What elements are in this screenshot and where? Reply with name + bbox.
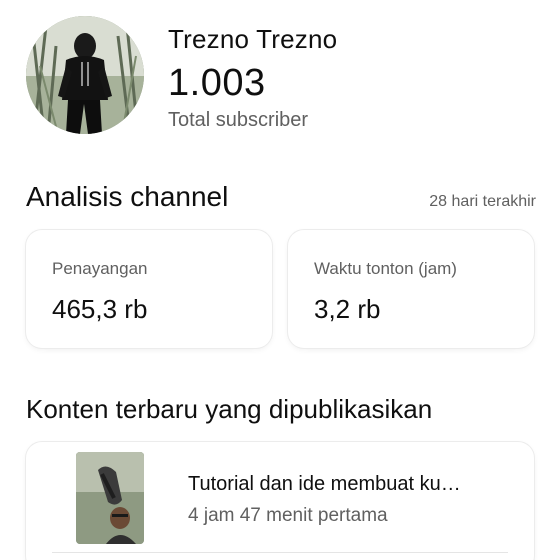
stat-value: 465,3 rb xyxy=(52,294,148,324)
recent-video-card[interactable]: Tutorial dan ide membuat ku… 4 jam 47 me… xyxy=(26,442,534,560)
video-meta: 4 jam 47 menit pertama xyxy=(188,505,388,526)
stat-value: 3,2 rb xyxy=(314,294,381,324)
watch-time-stat-card[interactable]: Waktu tonton (jam) 3,2 rb xyxy=(288,230,534,348)
channel-header: Trezno Trezno 1.003 Total subscriber xyxy=(26,16,337,134)
channel-name: Trezno Trezno xyxy=(168,24,338,54)
subscriber-label: Total subscriber xyxy=(168,109,309,131)
analytics-period: 28 hari terakhir xyxy=(429,193,536,210)
stat-label: Waktu tonton (jam) xyxy=(314,259,457,278)
subscriber-count: 1.003 xyxy=(168,62,266,104)
recent-content-title: Konten terbaru yang dipublikasikan xyxy=(26,394,433,424)
analytics-header: Analisis channel 28 hari terakhir xyxy=(26,180,536,214)
divider xyxy=(52,552,508,553)
video-thumbnail-icon xyxy=(76,452,144,544)
views-stat-card[interactable]: Penayangan 465,3 rb xyxy=(26,230,272,348)
video-thumbnail[interactable] xyxy=(76,452,144,544)
channel-avatar[interactable] xyxy=(26,16,144,134)
stat-label: Penayangan xyxy=(52,259,148,278)
analytics-title: Analisis channel xyxy=(26,181,229,212)
video-title[interactable]: Tutorial dan ide membuat ku… xyxy=(188,472,508,496)
avatar-image-icon xyxy=(26,16,144,134)
channel-info: Trezno Trezno 1.003 Total subscriber xyxy=(168,16,337,132)
channel-dashboard: Trezno Trezno 1.003 Total subscriber Ana… xyxy=(0,0,560,560)
